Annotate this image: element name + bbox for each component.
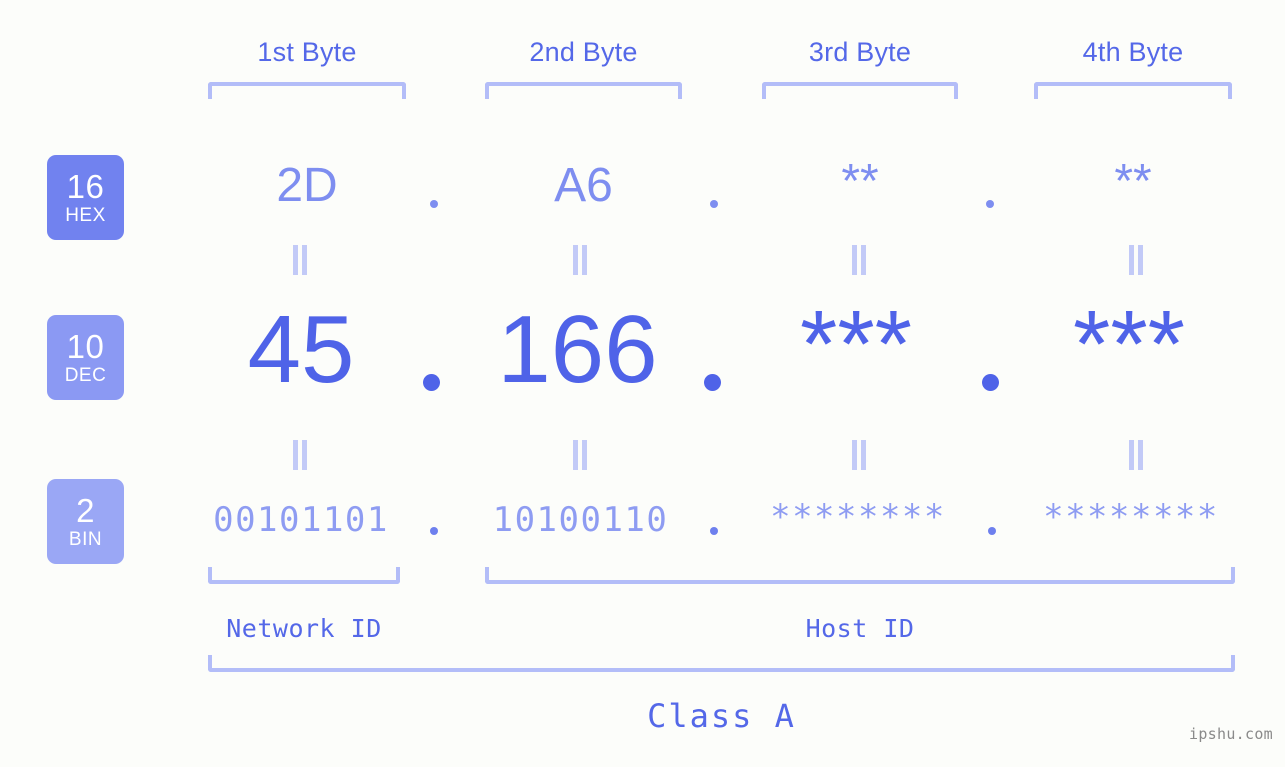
bin-byte-1: 00101101: [213, 500, 389, 540]
dec-byte-4: ***: [1072, 291, 1186, 398]
bin-byte-4: ********: [1043, 497, 1219, 537]
base-badge-bin-number: 2: [76, 492, 95, 529]
bin-separator-2: [710, 527, 718, 535]
base-badge-bin: 2 BIN: [47, 479, 124, 564]
dec-byte-1: 45: [247, 296, 355, 403]
byte-header-1: 1st Byte: [257, 37, 357, 67]
network-id-label: Network ID: [226, 614, 382, 643]
dec-separator-3: [982, 374, 999, 391]
dec-separator-1: [423, 374, 440, 391]
byte-bracket-1: [208, 82, 406, 99]
equality-connector-hex-dec-1: [292, 245, 308, 275]
byte-bracket-2: [485, 82, 682, 99]
host-id-bracket: [485, 567, 1235, 584]
bin-byte-2: 10100110: [492, 500, 669, 540]
equality-connector-hex-dec-4: [1128, 245, 1144, 275]
base-badge-dec-abbr: DEC: [64, 365, 107, 386]
byte-header-4: 4th Byte: [1082, 37, 1184, 67]
hex-separator-3: [986, 200, 994, 208]
byte-header-3: 3rd Byte: [808, 37, 912, 67]
base-badge-dec-number: 10: [66, 328, 105, 365]
equality-connector-hex-dec-2: [572, 245, 588, 275]
class-label: Class A: [647, 697, 796, 735]
equality-connector-dec-bin-2: [572, 440, 588, 470]
dec-separator-2: [704, 374, 721, 391]
bin-separator-1: [430, 527, 438, 535]
hex-byte-4: **: [1114, 155, 1152, 208]
bin-separator-3: [988, 527, 996, 535]
base-badge-bin-abbr: BIN: [68, 529, 103, 550]
hex-separator-2: [710, 200, 718, 208]
hex-byte-1: 2D: [276, 159, 338, 212]
base-badge-hex-number: 16: [66, 168, 105, 205]
equality-connector-dec-bin-3: [851, 440, 867, 470]
base-badge-dec: 10 DEC: [47, 315, 124, 400]
site-watermark: ipshu.com: [1189, 725, 1273, 743]
dec-byte-3: ***: [799, 291, 913, 398]
byte-bracket-3: [762, 82, 958, 99]
equality-connector-hex-dec-3: [851, 245, 867, 275]
equality-connector-dec-bin-1: [292, 440, 308, 470]
host-id-label: Host ID: [805, 614, 915, 643]
hex-separator-1: [430, 200, 438, 208]
hex-byte-2: A6: [554, 159, 613, 212]
hex-byte-3: **: [841, 155, 879, 208]
base-badge-hex-abbr: HEX: [65, 205, 106, 226]
byte-bracket-4: [1034, 82, 1232, 99]
equality-connector-dec-bin-4: [1128, 440, 1144, 470]
dec-byte-2: 166: [497, 296, 658, 403]
ip-breakdown-diagram: 1st Byte 2nd Byte 3rd Byte 4th Byte 16 H…: [0, 0, 1285, 767]
byte-header-2: 2nd Byte: [529, 37, 638, 67]
class-bracket: [208, 655, 1235, 672]
base-badge-hex: 16 HEX: [47, 155, 124, 240]
network-id-bracket: [208, 567, 400, 584]
bin-byte-3: ********: [770, 497, 946, 537]
